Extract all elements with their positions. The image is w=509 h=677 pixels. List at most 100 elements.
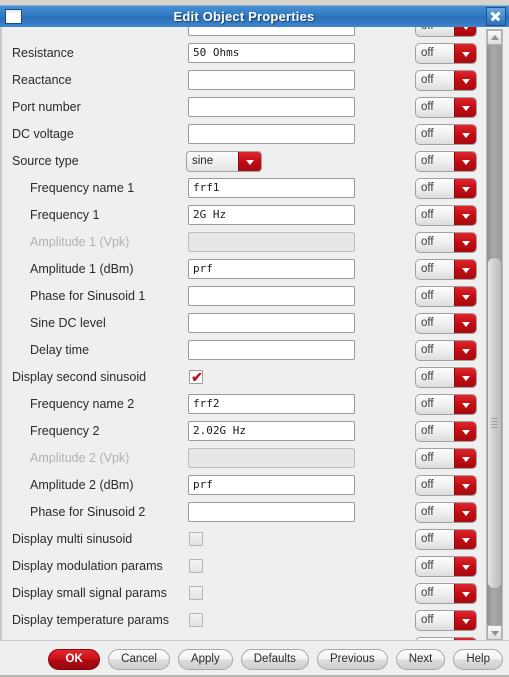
chevron-down-icon[interactable] xyxy=(454,530,476,549)
source-type-dropdown[interactable]: sine xyxy=(186,151,262,172)
row-toggle-dropdown[interactable]: off xyxy=(415,205,477,226)
property-label: Frequency 1 xyxy=(30,208,100,222)
row-toggle-value: off xyxy=(421,182,434,194)
property-row: Frequency name 2 frf2 off xyxy=(2,391,483,418)
row-toggle-dropdown[interactable]: off xyxy=(415,259,477,280)
property-text-input[interactable] xyxy=(188,502,355,522)
property-text-input[interactable]: frf2 xyxy=(188,394,355,414)
row-toggle-dropdown[interactable]: off xyxy=(415,178,477,199)
property-text-input[interactable] xyxy=(188,313,355,333)
chevron-down-icon[interactable] xyxy=(454,287,476,306)
chevron-down-icon[interactable] xyxy=(454,422,476,441)
row-toggle-dropdown[interactable]: off xyxy=(415,367,477,388)
row-toggle-dropdown[interactable]: off xyxy=(415,556,477,577)
cancel-button[interactable]: Cancel xyxy=(108,648,170,670)
chevron-down-icon[interactable] xyxy=(454,368,476,387)
scroll-up-arrow-icon[interactable] xyxy=(487,30,502,45)
chevron-down-icon[interactable] xyxy=(454,584,476,603)
chevron-down-icon[interactable] xyxy=(454,557,476,576)
chevron-down-icon[interactable] xyxy=(454,611,476,630)
property-checkbox[interactable] xyxy=(189,613,203,627)
defaults-button[interactable]: Defaults xyxy=(240,648,309,670)
apply-button[interactable]: Apply xyxy=(177,648,233,670)
property-label: Display multi sinusoid xyxy=(12,532,133,546)
row-toggle-dropdown[interactable]: off xyxy=(415,448,477,469)
scrollbar-track[interactable] xyxy=(487,45,502,625)
row-toggle-value: off xyxy=(421,128,434,140)
property-checkbox[interactable] xyxy=(189,586,203,600)
row-toggle-value: off xyxy=(421,290,434,302)
chevron-down-icon[interactable] xyxy=(238,152,261,171)
chevron-down-icon[interactable] xyxy=(454,233,476,252)
next-button[interactable]: Next xyxy=(395,648,446,670)
property-row: Display multi sinusoid off xyxy=(2,526,483,553)
row-toggle-dropdown[interactable]: off xyxy=(415,27,477,37)
property-checkbox[interactable] xyxy=(189,532,203,546)
chevron-down-icon[interactable] xyxy=(454,98,476,117)
property-checkbox[interactable] xyxy=(189,559,203,573)
property-row: Display small signal params off xyxy=(2,580,483,607)
row-toggle-dropdown[interactable]: off xyxy=(415,502,477,523)
row-toggle-dropdown[interactable]: off xyxy=(415,151,477,172)
row-toggle-dropdown[interactable]: off xyxy=(415,340,477,361)
row-toggle-dropdown[interactable]: off xyxy=(415,43,477,64)
property-text-input[interactable]: 2.02G Hz xyxy=(188,421,355,441)
row-toggle-dropdown[interactable]: off xyxy=(415,583,477,604)
chevron-down-icon[interactable] xyxy=(454,179,476,198)
property-row: Display second sinusoid off xyxy=(2,364,483,391)
property-text-input[interactable] xyxy=(188,97,355,117)
property-checkbox[interactable] xyxy=(189,368,204,386)
property-label: Display second sinusoid xyxy=(12,370,147,384)
chevron-down-icon[interactable] xyxy=(454,449,476,468)
property-text-input[interactable] xyxy=(188,340,355,360)
scroll-down-arrow-icon[interactable] xyxy=(487,625,502,640)
row-toggle-value: off xyxy=(421,371,434,383)
properties-row-list: offResistance50 OhmsoffReactanceoffPort … xyxy=(2,27,483,640)
property-text-input[interactable]: frf1 xyxy=(188,178,355,198)
row-toggle-dropdown[interactable]: off xyxy=(415,610,477,631)
chevron-down-icon[interactable] xyxy=(454,503,476,522)
vertical-scrollbar[interactable] xyxy=(486,29,503,641)
scrollbar-thumb[interactable] xyxy=(487,257,502,589)
chevron-down-icon[interactable] xyxy=(454,125,476,144)
previous-button[interactable]: Previous xyxy=(316,648,388,670)
chevron-down-icon[interactable] xyxy=(454,476,476,495)
row-toggle-value: off xyxy=(421,101,434,113)
row-toggle-dropdown[interactable]: off xyxy=(415,421,477,442)
chevron-down-icon[interactable] xyxy=(454,341,476,360)
chevron-down-icon[interactable] xyxy=(454,314,476,333)
chevron-down-icon[interactable] xyxy=(454,71,476,90)
chevron-down-icon[interactable] xyxy=(454,27,476,36)
property-text-input[interactable] xyxy=(188,286,355,306)
property-text-input[interactable] xyxy=(188,124,355,144)
property-row: Port number off xyxy=(2,94,483,121)
row-toggle-dropdown[interactable]: off xyxy=(415,313,477,334)
ok-button[interactable]: OK xyxy=(48,648,101,670)
property-text-input[interactable]: prf xyxy=(188,475,355,495)
help-button[interactable]: Help xyxy=(453,648,503,670)
dialog-button-bar: OK Cancel Apply Defaults Previous Next Help xyxy=(0,640,509,677)
row-toggle-dropdown[interactable]: off xyxy=(415,475,477,496)
row-toggle-dropdown[interactable]: off xyxy=(415,529,477,550)
property-row: Amplitude 1 (Vpk) off xyxy=(2,229,483,256)
property-text-input[interactable]: prf xyxy=(188,259,355,279)
row-toggle-dropdown[interactable]: off xyxy=(415,286,477,307)
property-text-input[interactable]: 50 Ohms xyxy=(188,43,355,63)
chevron-down-icon[interactable] xyxy=(454,152,476,171)
close-icon[interactable] xyxy=(486,7,506,26)
property-label: Amplitude 1 (dBm) xyxy=(30,262,134,276)
row-toggle-value: off xyxy=(421,398,434,410)
row-toggle-dropdown[interactable]: off xyxy=(415,232,477,253)
row-toggle-dropdown[interactable]: off xyxy=(415,394,477,415)
row-toggle-value: off xyxy=(421,263,434,275)
chevron-down-icon[interactable] xyxy=(454,395,476,414)
property-text-input[interactable] xyxy=(188,70,355,90)
chevron-down-icon[interactable] xyxy=(454,44,476,63)
row-toggle-dropdown[interactable]: off xyxy=(415,124,477,145)
row-toggle-dropdown[interactable]: off xyxy=(415,70,477,91)
row-toggle-dropdown[interactable]: off xyxy=(415,97,477,118)
property-text-input[interactable]: 2G Hz xyxy=(188,205,355,225)
chevron-down-icon[interactable] xyxy=(454,206,476,225)
property-text-input[interactable] xyxy=(188,27,355,36)
chevron-down-icon[interactable] xyxy=(454,260,476,279)
